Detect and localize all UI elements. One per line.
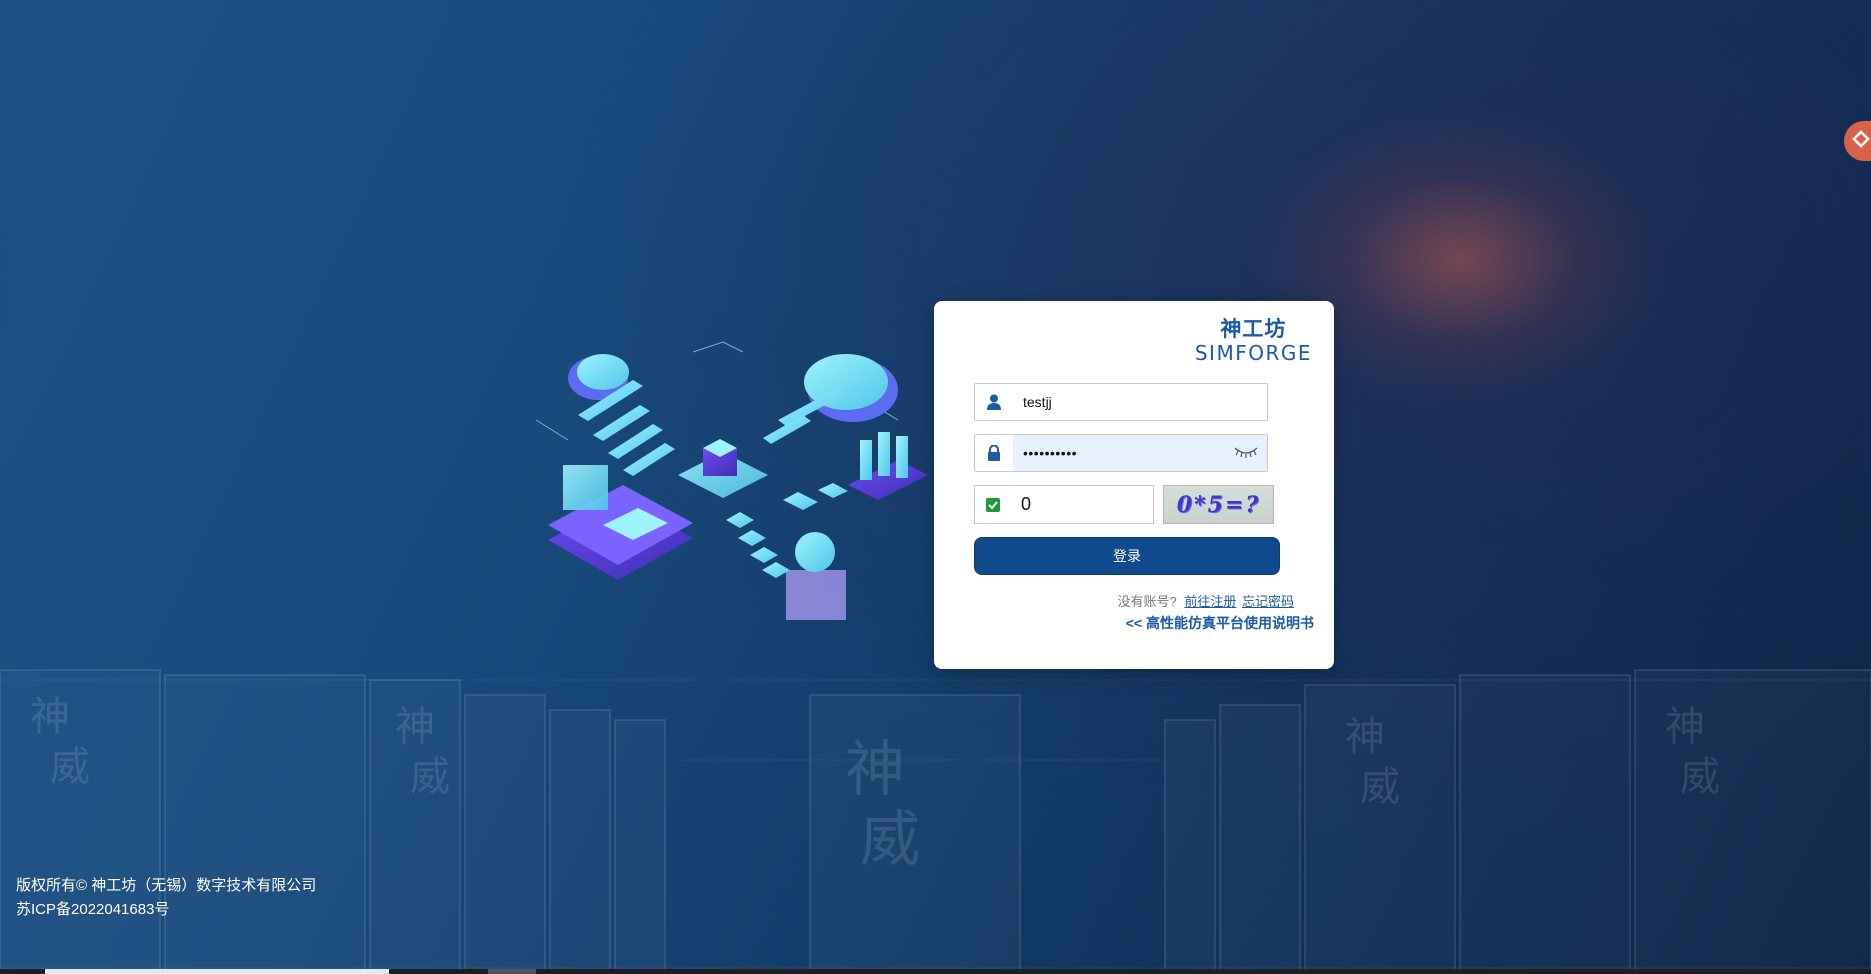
manual-link[interactable]: << 高性能仿真平台使用说明书 [1126, 613, 1314, 633]
svg-text:威: 威 [1680, 754, 1720, 800]
taskbar-item[interactable] [45, 969, 389, 974]
username-input[interactable]: testjj [1013, 394, 1267, 410]
svg-text:神: 神 [845, 735, 905, 805]
svg-text:神: 神 [1345, 714, 1385, 760]
forgot-password-link[interactable]: 忘记密码 [1242, 594, 1294, 609]
check-icon [975, 486, 1011, 523]
login-card: 神工坊 SIMFORGE testjj •••••••••• 0 0*5=? 登… [934, 301, 1334, 669]
brand-name-en: SIMFORGE [1194, 341, 1312, 365]
svg-text:威: 威 [410, 754, 450, 800]
svg-text:神: 神 [395, 704, 435, 750]
side-widget-icon [1852, 129, 1870, 153]
copyright-text: 版权所有© 神工坊（无锡）数字技术有限公司 [16, 877, 317, 894]
svg-text:神: 神 [30, 694, 70, 740]
icp-link[interactable]: 苏ICP备2022041683号 [16, 898, 316, 922]
password-field[interactable]: •••••••••• [974, 434, 1268, 472]
password-input[interactable]: •••••••••• [1013, 445, 1267, 461]
isometric-cloud-illustration [535, 341, 928, 620]
taskbar-item[interactable] [488, 969, 536, 974]
svg-text:神: 神 [1665, 704, 1705, 750]
eye-closed-icon[interactable] [1233, 444, 1259, 465]
login-button[interactable]: 登录 [974, 537, 1280, 575]
captcha-field[interactable]: 0 [974, 485, 1154, 524]
user-icon [975, 384, 1013, 420]
taskbar-strip [0, 969, 1871, 974]
captcha-input[interactable]: 0 [1011, 494, 1031, 515]
side-widget-button[interactable] [1844, 121, 1871, 161]
register-link[interactable]: 前往注册 [1184, 594, 1236, 609]
captcha-image[interactable]: 0*5=? [1163, 485, 1274, 524]
lock-icon [975, 435, 1013, 471]
account-links: 没有账号? 前往注册 忘记密码 [1117, 591, 1294, 610]
username-field[interactable]: testjj [974, 383, 1268, 421]
brand-logo: 神工坊 SIMFORGE [1195, 318, 1312, 364]
brand-name-cn: 神工坊 [1220, 318, 1287, 341]
svg-text:威: 威 [860, 805, 920, 875]
svg-text:威: 威 [50, 744, 90, 790]
no-account-text: 没有账号? [1117, 594, 1177, 609]
server-room-backdrop: 神 威 神 威 神 威 神 威 神 威 [0, 669, 1871, 971]
svg-text:威: 威 [1360, 764, 1400, 810]
footer: 版权所有© 神工坊（无锡）数字技术有限公司 苏ICP备2022041683号 [16, 874, 316, 922]
